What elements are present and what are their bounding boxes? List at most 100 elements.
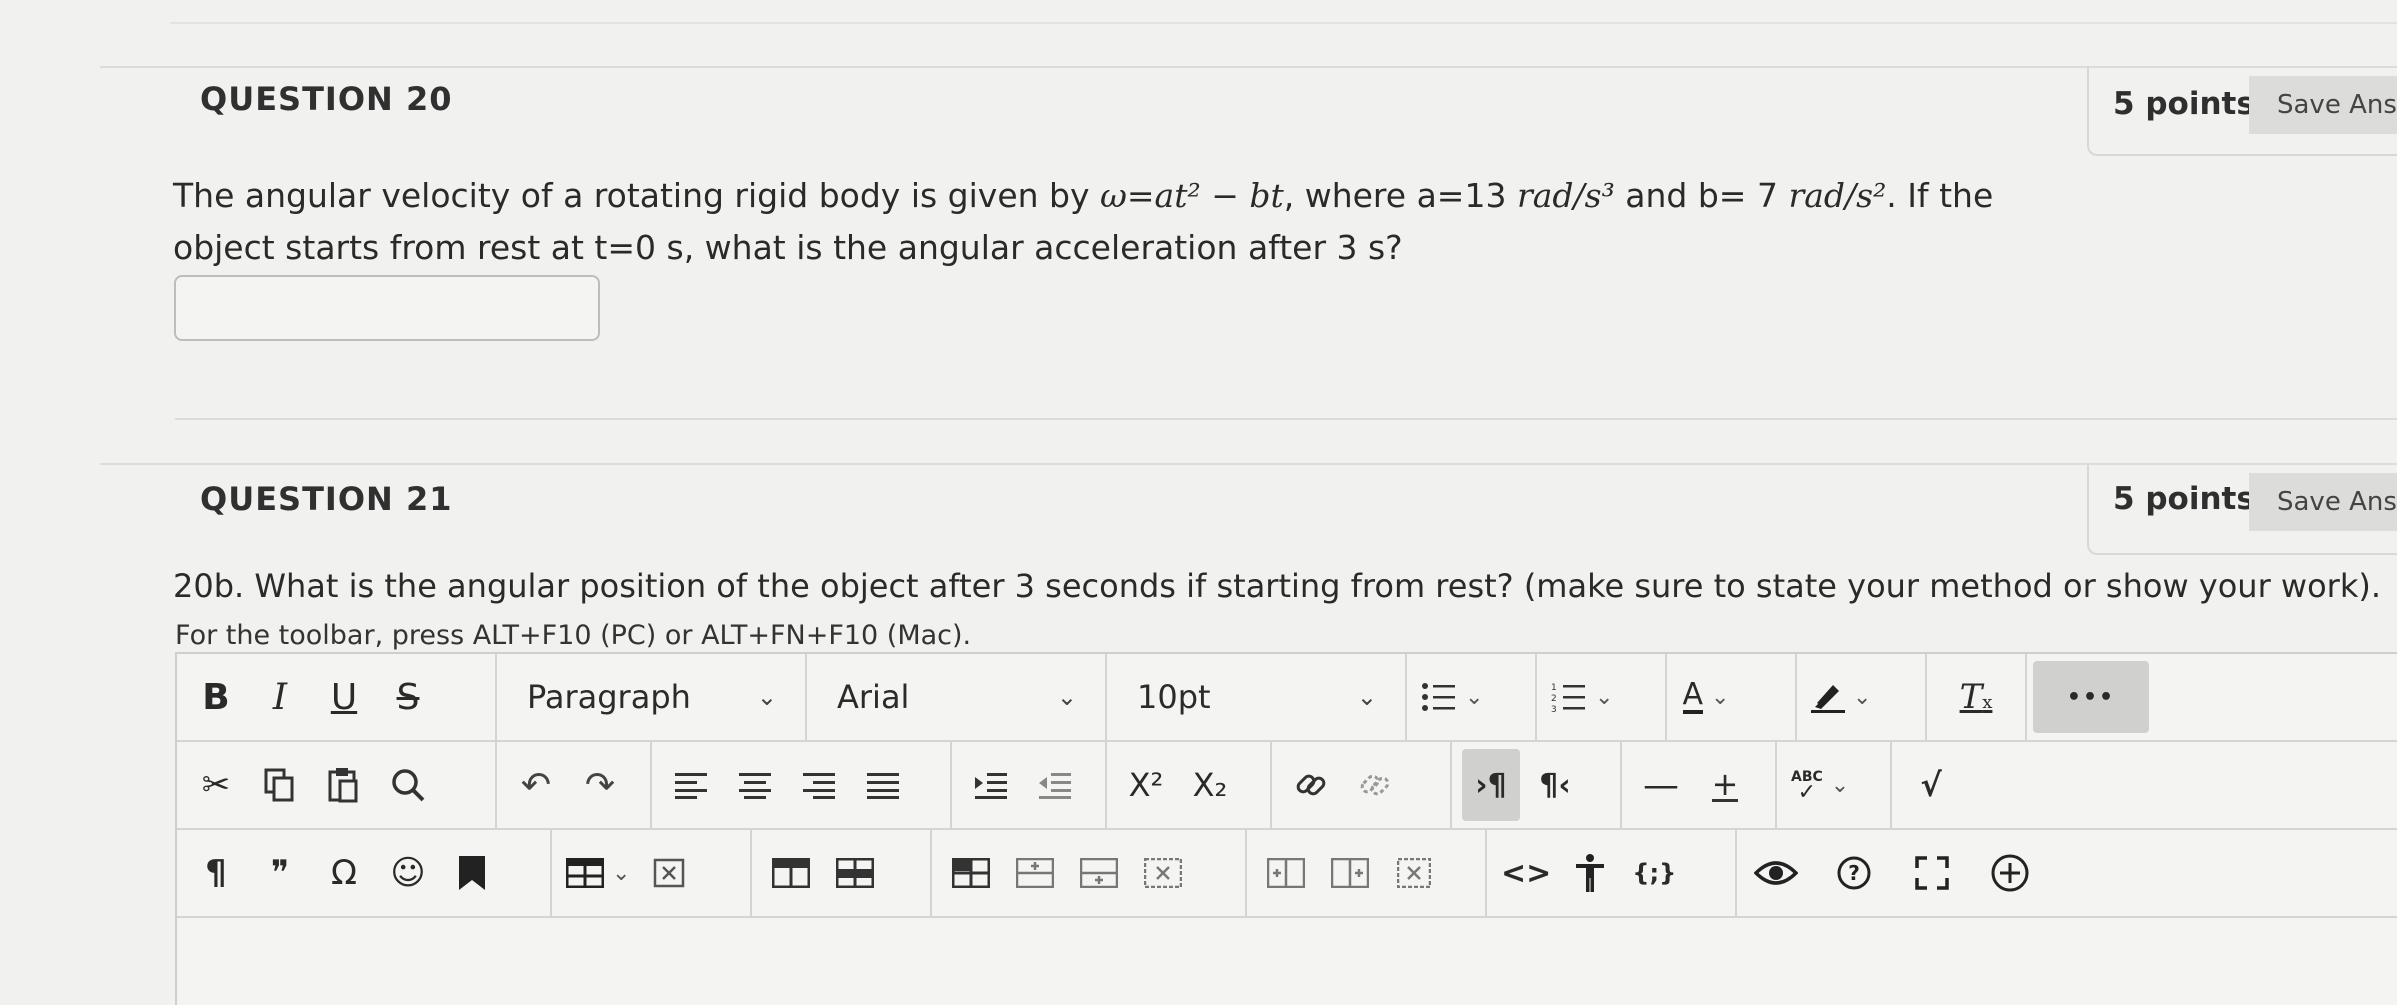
question-21-points: 5 points bbox=[2113, 481, 2255, 517]
outdent-icon bbox=[1039, 773, 1071, 799]
svg-text:?: ? bbox=[1848, 861, 1860, 885]
question-21-save-button[interactable]: Save Answer bbox=[2249, 473, 2397, 531]
highlight-color-button[interactable]: ⌄ bbox=[1807, 661, 1875, 733]
fullscreen-button[interactable] bbox=[1903, 837, 1961, 909]
link-icon bbox=[1296, 774, 1326, 796]
cut-button[interactable]: ✂ bbox=[187, 749, 245, 821]
text-color-icon: A bbox=[1682, 677, 1704, 714]
bookmark-icon bbox=[459, 856, 485, 890]
source-code-button[interactable]: <> bbox=[1497, 837, 1555, 909]
highlighter-icon bbox=[1811, 685, 1845, 713]
justify-icon bbox=[867, 773, 899, 799]
more-options-button[interactable]: ••• bbox=[2033, 661, 2149, 733]
row-below-icon bbox=[1080, 858, 1118, 888]
delete-table-button[interactable] bbox=[640, 837, 698, 909]
anchor-button[interactable]: + bbox=[1696, 749, 1754, 821]
question-20-answer-input[interactable] bbox=[174, 275, 600, 341]
underline-button[interactable]: U bbox=[315, 661, 373, 733]
table-cell-props-button[interactable] bbox=[762, 837, 820, 909]
help-button[interactable]: ? bbox=[1825, 837, 1883, 909]
numbered-list-button[interactable]: 123 ⌄ bbox=[1547, 661, 1617, 733]
blockquote-button[interactable]: ❞ bbox=[251, 837, 309, 909]
justify-button[interactable] bbox=[854, 749, 912, 821]
unlink-button[interactable] bbox=[1346, 749, 1404, 821]
font-family-dropdown[interactable]: Arial ⌄ bbox=[807, 654, 1107, 740]
table-group: ⌄ bbox=[552, 830, 752, 916]
highlight-group: ⌄ bbox=[1797, 654, 1927, 740]
insert-table-button[interactable]: ⌄ bbox=[562, 837, 634, 909]
align-right-button[interactable] bbox=[790, 749, 848, 821]
clear-formatting-button[interactable]: Tx bbox=[1947, 661, 2005, 733]
delete-row-button[interactable] bbox=[1134, 837, 1192, 909]
table-cell-group bbox=[752, 830, 932, 916]
bookmark-button[interactable] bbox=[443, 837, 501, 909]
col-before-icon bbox=[1267, 858, 1305, 888]
insert-col-before-button[interactable] bbox=[1257, 837, 1315, 909]
chevron-down-icon: ⌄ bbox=[612, 860, 631, 886]
text-color-button[interactable]: A ⌄ bbox=[1677, 661, 1735, 733]
spellcheck-button[interactable]: ABC ✓ ⌄ bbox=[1787, 749, 1853, 821]
copy-button[interactable] bbox=[251, 749, 309, 821]
toolbar-row-1: B I U S Paragraph ⌄ Arial ⌄ 10pt ⌄ ⌄ 123 ⌄ bbox=[177, 654, 2397, 742]
math-group: √ bbox=[1892, 742, 1982, 828]
insert-row-below-button[interactable] bbox=[1070, 837, 1128, 909]
toolbar-row-3: ¶ ❞ Ω ☺ ⌄ <> {;} ? bbox=[177, 830, 2397, 918]
copy-icon bbox=[264, 768, 294, 802]
undo-button[interactable]: ↶ bbox=[507, 749, 565, 821]
insert-misc-group: — + bbox=[1622, 742, 1777, 828]
ltr-button[interactable]: ›¶ bbox=[1462, 749, 1520, 821]
code-sample-button[interactable]: {;} bbox=[1625, 837, 1683, 909]
clipboard-group: ✂ bbox=[177, 742, 497, 828]
bold-button[interactable]: B bbox=[187, 661, 245, 733]
add-content-button[interactable] bbox=[1981, 837, 2039, 909]
math-equation-button[interactable]: √ bbox=[1902, 749, 1960, 821]
accessibility-button[interactable] bbox=[1561, 837, 1619, 909]
superscript-button[interactable]: X² bbox=[1117, 749, 1175, 821]
more-group: ••• bbox=[2027, 654, 2187, 740]
insert-row-before-button[interactable] bbox=[942, 837, 1000, 909]
align-left-icon bbox=[675, 773, 707, 799]
preview-button[interactable] bbox=[1747, 837, 1805, 909]
delete-col-button[interactable] bbox=[1385, 837, 1443, 909]
insert-link-button[interactable] bbox=[1282, 749, 1340, 821]
special-character-button[interactable]: Ω bbox=[315, 837, 373, 909]
align-center-button[interactable] bbox=[726, 749, 784, 821]
redo-button[interactable]: ↷ bbox=[571, 749, 629, 821]
question-20-points-box: 5 points Save Answer bbox=[2087, 66, 2397, 156]
accessibility-icon bbox=[1576, 854, 1605, 892]
undo-icon: ↶ bbox=[520, 764, 552, 806]
rich-text-editor[interactable]: B I U S Paragraph ⌄ Arial ⌄ 10pt ⌄ ⌄ 123 ⌄ bbox=[175, 652, 2397, 1005]
insert-col-after-button[interactable] bbox=[1321, 837, 1379, 909]
horizontal-line-icon: — bbox=[1643, 764, 1679, 806]
paragraph-dropdown[interactable]: Paragraph ⌄ bbox=[497, 654, 807, 740]
table-row-props-button[interactable] bbox=[826, 837, 884, 909]
chevron-down-icon: ⌄ bbox=[1595, 684, 1614, 710]
bullet-list-button[interactable]: ⌄ bbox=[1417, 661, 1487, 733]
chevron-down-icon: ⌄ bbox=[756, 683, 777, 711]
outdent-button[interactable] bbox=[1026, 749, 1084, 821]
editor-body[interactable] bbox=[177, 920, 2397, 1005]
question-21-text: 20b. What is the angular position of the… bbox=[173, 567, 2381, 605]
indent-icon bbox=[975, 773, 1007, 799]
question-20-save-button[interactable]: Save Answer bbox=[2249, 76, 2397, 134]
emoji-button[interactable]: ☺ bbox=[379, 837, 437, 909]
rtl-button[interactable]: ¶‹ bbox=[1526, 749, 1584, 821]
italic-button[interactable]: I bbox=[251, 661, 309, 733]
strikethrough-button[interactable]: S bbox=[379, 661, 437, 733]
delete-row-icon bbox=[1144, 858, 1182, 888]
chevron-down-icon: ⌄ bbox=[1830, 772, 1850, 798]
plus-bar-icon: + bbox=[1711, 764, 1739, 803]
table-icon bbox=[566, 858, 604, 888]
insert-row-after-button[interactable] bbox=[1006, 837, 1064, 909]
indent-button[interactable] bbox=[962, 749, 1020, 821]
eye-icon bbox=[1754, 861, 1798, 885]
align-left-button[interactable] bbox=[662, 749, 720, 821]
font-size-dropdown[interactable]: 10pt ⌄ bbox=[1107, 654, 1407, 740]
help-icon: ? bbox=[1837, 856, 1871, 890]
paste-button[interactable] bbox=[315, 749, 373, 821]
align-right-icon bbox=[803, 773, 835, 799]
find-button[interactable] bbox=[379, 749, 437, 821]
horizontal-line-button[interactable]: — bbox=[1632, 749, 1690, 821]
show-blocks-button[interactable]: ¶ bbox=[187, 837, 245, 909]
subscript-button[interactable]: X₂ bbox=[1181, 749, 1239, 821]
